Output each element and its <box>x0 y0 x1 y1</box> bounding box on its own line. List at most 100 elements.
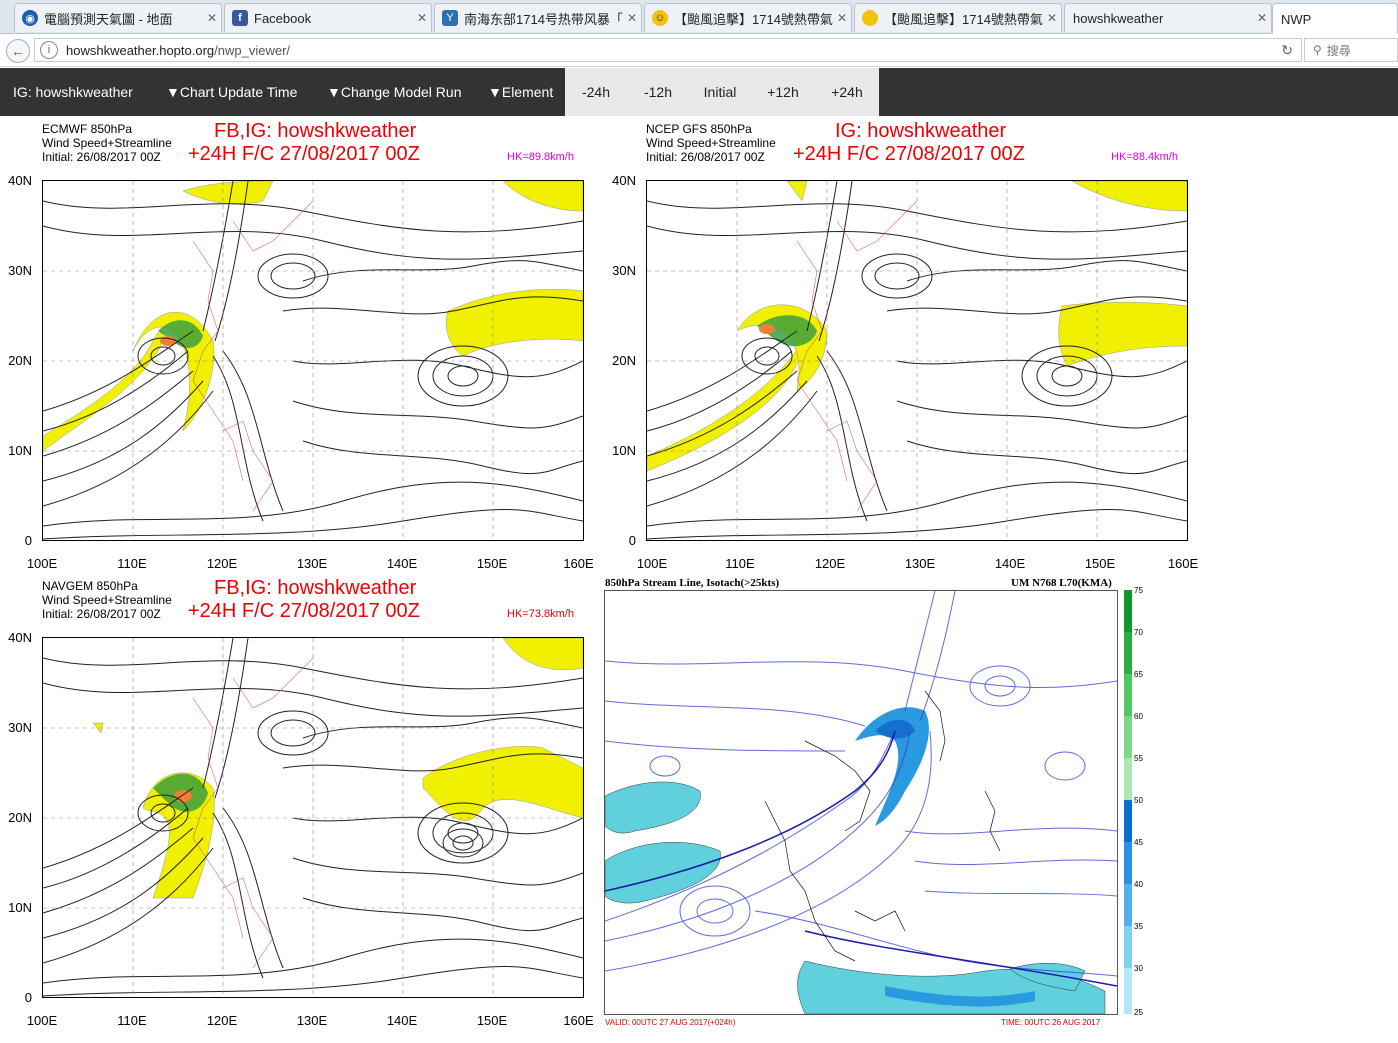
model-name: ECMWF 850hPa <box>42 122 133 136</box>
lat-label: 40N <box>8 630 32 645</box>
close-tab-icon[interactable]: ✕ <box>1253 11 1271 25</box>
lat-label: 30N <box>612 263 636 278</box>
menu-change-model-run[interactable]: ▼Change Model Run <box>327 68 462 116</box>
browser-tab-1[interactable]: ◉ 電腦預測天氣圖 - 地面 ✕ <box>14 3 222 32</box>
lat-label: 0 <box>628 533 636 548</box>
kma-map <box>604 590 1118 1015</box>
forecast-hour-buttons: -24h -12h Initial +12h +24h <box>565 68 879 116</box>
lon-label: 110E <box>117 1013 147 1028</box>
lon-label: 140E <box>994 556 1026 571</box>
hour-plus-12-button[interactable]: +12h <box>751 68 815 116</box>
colorbar-label: 55 <box>1134 754 1143 763</box>
browser-tab-2[interactable]: f Facebook ✕ <box>224 3 432 32</box>
chart-description: Wind Speed+Streamline <box>42 136 172 150</box>
streamline-map <box>647 181 1187 540</box>
address-bar: ← i howshkweather.hopto.org/nwp_viewer/ … <box>0 34 1398 67</box>
tab-title: howshkweather <box>1073 10 1164 26</box>
lon-label: 130E <box>904 556 936 571</box>
colorbar-label: 45 <box>1134 838 1143 847</box>
browser-tab-3[interactable]: Y 南海东部1714号热带风暴「... ✕ <box>434 3 642 32</box>
lon-label: 130E <box>296 556 328 571</box>
lat-label: 40N <box>612 173 636 188</box>
navgem-map <box>42 637 584 998</box>
close-tab-icon[interactable]: ✕ <box>833 11 851 25</box>
search-field[interactable]: ⚲ 搜尋 <box>1304 38 1398 62</box>
hour-initial-button[interactable]: Initial <box>689 68 751 116</box>
lon-label: 110E <box>117 556 147 571</box>
chart-header: NCEP GFS 850hPa Wind Speed+Streamline In… <box>646 122 776 164</box>
search-placeholder: 搜尋 <box>1326 43 1351 58</box>
lat-label: 20N <box>8 353 32 368</box>
url-host: howshkweather.hopto.org <box>66 42 215 58</box>
initial-time: Initial: 26/08/2017 00Z <box>42 607 161 621</box>
tab-title: 電腦預測天氣圖 - 地面 <box>44 11 173 27</box>
menu-element[interactable]: ▼Element <box>488 68 553 116</box>
lon-label: 150E <box>476 556 508 571</box>
search-icon: ⚲ <box>1313 43 1322 57</box>
lat-label: 30N <box>8 263 32 278</box>
chart-description: Wind Speed+Streamline <box>42 593 172 607</box>
hour-minus-12-button[interactable]: -12h <box>627 68 689 116</box>
close-tab-icon[interactable]: ✕ <box>1043 11 1061 25</box>
colorbar-label: 65 <box>1134 670 1143 679</box>
isotach-colorbar <box>1124 590 1132 1014</box>
reload-icon[interactable]: ↻ <box>1281 42 1293 59</box>
hk-wind-speed: HK=73.8km/h <box>507 608 574 620</box>
lat-label: 20N <box>8 810 32 825</box>
colorbar-label: 70 <box>1134 628 1143 637</box>
lon-label: 110E <box>725 556 755 571</box>
kma-streamline-map <box>605 591 1117 1014</box>
browser-tab-active[interactable]: NWP <box>1272 3 1398 34</box>
hour-plus-24-button[interactable]: +24h <box>815 68 879 116</box>
lat-label: 10N <box>8 443 32 458</box>
site-info-icon[interactable]: i <box>40 41 58 59</box>
lat-label: 10N <box>612 443 636 458</box>
tab-title: Facebook <box>254 10 312 26</box>
forecast-time: +24H F/C 27/08/2017 00Z <box>188 600 420 622</box>
model-name: NCEP GFS 850hPa <box>646 122 752 136</box>
colorbar-label: 40 <box>1134 880 1143 889</box>
browser-tab-5[interactable]: 【颱風追擊】1714號熱帶氣... ✕ <box>854 3 1062 32</box>
globe-icon: ◉ <box>22 10 38 26</box>
ecmwf-chart-panel: ECMWF 850hPa Wind Speed+Streamline Initi… <box>0 118 600 576</box>
kma-valid-time: VALID: 00UTC 27 AUG 2017(+024h) <box>605 1018 736 1027</box>
lat-label: 10N <box>8 900 32 915</box>
close-tab-icon[interactable]: ✕ <box>413 11 431 25</box>
lon-label: 100E <box>26 556 58 571</box>
site-brand[interactable]: IG: howshkweather <box>13 68 133 116</box>
kma-um-chart-panel: 850hPa Stream Line, Isotach(>25kts) UM N… <box>603 576 1148 1030</box>
colorbar-label: 25 <box>1134 1008 1143 1017</box>
lon-label: 160E <box>563 556 594 571</box>
kma-init-time: TIME: 00UTC 26 AUG 2017 <box>1001 1018 1101 1027</box>
browser-tab-6[interactable]: howshkweather ✕ <box>1064 3 1272 32</box>
lat-label: 30N <box>8 720 32 735</box>
hour-minus-24-button[interactable]: -24h <box>565 68 627 116</box>
lat-label: 0 <box>24 990 32 1005</box>
forecast-time: +24H F/C 27/08/2017 00Z <box>188 143 420 165</box>
ecmwf-map <box>42 180 584 541</box>
lat-label: 0 <box>24 533 32 548</box>
colorbar-label: 30 <box>1134 964 1143 973</box>
site-navbar: IG: howshkweather ▼Chart Update Time ▼Ch… <box>0 68 1398 116</box>
browser-tab-4[interactable]: ☺ 【颱風追擊】1714號熱帶氣... ✕ <box>644 3 852 32</box>
colorbar-label: 60 <box>1134 712 1143 721</box>
chart-description: Wind Speed+Streamline <box>646 136 776 150</box>
lon-label: 140E <box>386 556 418 571</box>
chart-header: NAVGEM 850hPa Wind Speed+Streamline Init… <box>42 579 172 621</box>
chart-watermark-brand: FB,IG: howshkweather <box>214 120 417 142</box>
hk-wind-speed: HK=88.4km/h <box>1111 151 1178 163</box>
chart-watermark-brand: IG: howshkweather <box>835 120 1007 142</box>
close-tab-icon[interactable]: ✕ <box>203 11 221 25</box>
menu-chart-update-time[interactable]: ▼Chart Update Time <box>166 68 297 116</box>
tab-title: 【颱風追擊】1714號熱帶氣... <box>674 11 833 27</box>
colorbar-label: 75 <box>1134 586 1143 595</box>
gfs-map <box>646 180 1188 541</box>
lon-label: 120E <box>814 556 846 571</box>
lat-label: 40N <box>8 173 32 188</box>
back-button[interactable]: ← <box>6 39 30 63</box>
browser-tab-strip: ◉ 電腦預測天氣圖 - 地面 ✕ f Facebook ✕ Y 南海东部1714… <box>0 0 1398 34</box>
url-field[interactable]: i howshkweather.hopto.org/nwp_viewer/ ↻ <box>34 38 1302 62</box>
lon-label: 130E <box>296 1013 328 1028</box>
close-tab-icon[interactable]: ✕ <box>623 11 641 25</box>
colorbar-label: 35 <box>1134 922 1143 931</box>
